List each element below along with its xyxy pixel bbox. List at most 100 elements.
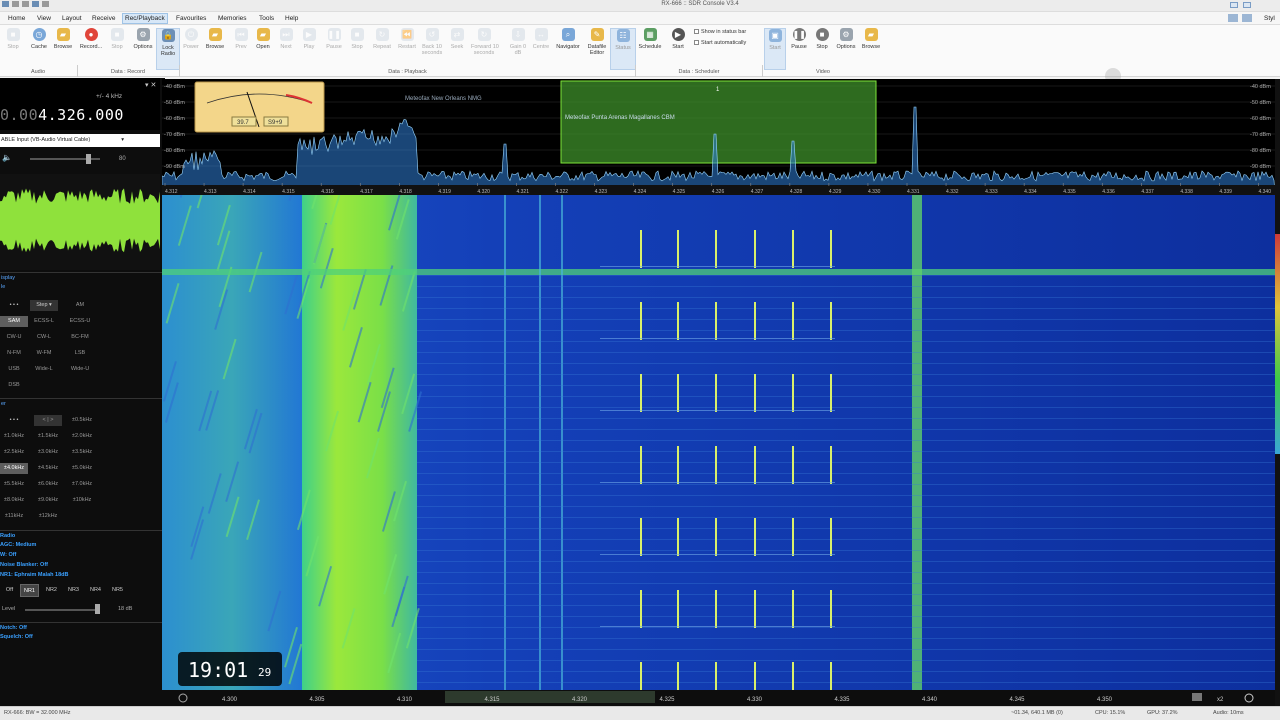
menu-memories[interactable]: Memories <box>216 13 249 24</box>
menu-style[interactable]: Styl <box>1262 13 1277 24</box>
menu-view[interactable]: View <box>35 13 53 24</box>
filter-7-0khz-button[interactable]: ±7.0kHz <box>68 479 96 490</box>
power-button[interactable]: ⏻ Power <box>178 28 204 70</box>
start-automatically-checkbox[interactable]: Start automatically <box>694 40 746 46</box>
nr2-button[interactable]: NR2 <box>42 584 61 597</box>
window-icon[interactable] <box>1228 14 1238 22</box>
filter-2-5khz-button[interactable]: ±2.5kHz <box>0 447 28 458</box>
minimize-icon[interactable] <box>1230 2 1238 8</box>
restart-button[interactable]: ⏪ Restart <box>394 28 420 70</box>
marker-punta-arenas[interactable]: Meteofax Punta Arenas Magallanes CBM <box>565 115 675 121</box>
show-in-status-bar-checkbox[interactable]: Show in status bar <box>694 29 746 35</box>
nr1-button[interactable]: NR1 <box>20 584 39 597</box>
menu-home[interactable]: Home <box>6 13 27 24</box>
video-start-button[interactable]: ▣ Start <box>764 28 786 70</box>
mode-usb-button[interactable]: USB <box>0 364 28 375</box>
filter-dots-button[interactable]: • • • <box>0 415 28 426</box>
restore-icon[interactable] <box>1243 2 1251 8</box>
filter-10khz-button[interactable]: ±10kHz <box>68 495 96 506</box>
menu-tools[interactable]: Tools <box>257 13 276 24</box>
menu-rec-playback[interactable]: Rec/Playback <box>122 13 168 24</box>
repeat-button[interactable]: ↻ Repeat <box>369 28 395 70</box>
noise-blanker-status[interactable]: Noise Blanker: Off <box>0 560 48 570</box>
menu-favourites[interactable]: Favourites <box>174 13 208 24</box>
filter-4-5khz-button[interactable]: ±4.5kHz <box>34 463 62 474</box>
filter-1-5khz-button[interactable]: ±1.5kHz <box>34 431 62 442</box>
notch-status[interactable]: Notch: Off <box>0 622 165 632</box>
radio-section-title[interactable]: Radio <box>0 530 165 540</box>
squelch-status[interactable]: Squelch: Off <box>0 632 33 642</box>
audio-browse-button[interactable]: ▰ Browse <box>50 28 76 70</box>
quick-access-icon[interactable] <box>32 1 39 7</box>
video-stop-button[interactable]: ■ Stop <box>809 28 835 70</box>
scheduler-start-button[interactable]: ▶ Start <box>665 28 691 70</box>
navigator-button[interactable]: ⌕ Navigator <box>555 28 581 70</box>
step-button[interactable]: Step ▾ <box>30 300 58 311</box>
agc-status[interactable]: AGC: Medium <box>0 540 36 550</box>
mode-cw-u-button[interactable]: CW-U <box>0 332 28 343</box>
status-button[interactable]: ☷ Status <box>610 28 636 70</box>
mode-dots-button[interactable]: • • • <box>0 300 28 311</box>
filter-12khz-button[interactable]: ±12kHz <box>34 511 62 522</box>
filter-3-5khz-button[interactable]: ±3.5kHz <box>68 447 96 458</box>
seek-button[interactable]: ⇄ Seek <box>444 28 470 70</box>
play-button[interactable]: ▶ Play <box>296 28 322 70</box>
menu-layout[interactable]: Layout <box>60 13 84 24</box>
lock-radio-button[interactable]: 🔒 Lock Radio <box>156 28 180 70</box>
browse-button[interactable]: ▰ Browse <box>202 28 228 70</box>
volume-slider-thumb[interactable] <box>86 154 91 164</box>
mode-dsb-button[interactable]: DSB <box>0 380 28 391</box>
mode-cw-l-button[interactable]: CW-L <box>30 332 58 343</box>
menu-receive[interactable]: Receive <box>90 13 117 24</box>
marker-new-orleans[interactable]: Meteofax New Orleans NMG <box>405 96 482 102</box>
audio-cache-button[interactable]: ◷ Cache <box>26 28 52 70</box>
waterfall-frequency-scale[interactable]: 4.300 4.305 4.310 4.315 4.320 4.325 4.330 4.335… <box>162 690 1275 706</box>
scale-view-icon[interactable] <box>1192 693 1202 701</box>
forward10-button[interactable]: ↻ Forward 10 seconds <box>471 28 499 70</box>
mode-bc-fm-button[interactable]: BC-FM <box>66 332 94 343</box>
audio-input-select[interactable]: ABLE Input (VB-Audio Virtual Cable) ▾ <box>0 134 160 147</box>
record-options-button[interactable]: ⚙ Options <box>130 28 156 70</box>
speaker-icon[interactable]: 🔈 <box>2 153 12 162</box>
nr-off-button[interactable]: Off <box>0 584 19 597</box>
schedule-button[interactable]: ▦ Schedule <box>637 28 663 70</box>
spectrum-display[interactable]: Meteofax New Orleans NMG Meteofax Punta … <box>162 79 1275 195</box>
quick-access-icon[interactable] <box>12 1 19 7</box>
quick-access-icon[interactable] <box>22 1 29 7</box>
filter-3-0khz-button[interactable]: ±3.0kHz <box>34 447 62 458</box>
scale-zoom-icon[interactable]: x2 <box>1217 697 1224 703</box>
mode-lsb-button[interactable]: LSB <box>66 348 94 359</box>
filter-0-5khz-button[interactable]: ±0.5kHz <box>68 415 96 426</box>
window-icon[interactable] <box>1242 14 1252 22</box>
filter-6-0khz-button[interactable]: ±6.0kHz <box>34 479 62 490</box>
mode-sam-button[interactable]: SAM <box>0 316 28 327</box>
nr5-button[interactable]: NR5 <box>108 584 127 597</box>
filter-5-0khz-button[interactable]: ±5.0kHz <box>68 463 96 474</box>
mode-am-button[interactable]: AM <box>66 300 94 311</box>
filter-5-5khz-button[interactable]: ±5.5kHz <box>0 479 28 490</box>
panel-menu-icon[interactable]: ▾ ✕ <box>145 81 156 89</box>
filter-2-0khz-button[interactable]: ±2.0kHz <box>68 431 96 442</box>
noise-reduction-status[interactable]: NR1: Ephraim Malah 18dB <box>0 570 68 580</box>
filter-9-0khz-button[interactable]: ±9.0kHz <box>34 495 62 506</box>
mode-wide-u-button[interactable]: Wide-U <box>66 364 94 375</box>
nr4-button[interactable]: NR4 <box>86 584 105 597</box>
frequency-display[interactable]: 0.004.326.000 <box>0 106 124 124</box>
filter-shift-button[interactable]: < | > <box>34 415 62 426</box>
stop-button[interactable]: ■ Stop <box>344 28 370 70</box>
record-stop-button[interactable]: ■ Stop <box>104 28 130 70</box>
mode-ecss-l-button[interactable]: ECSS-L <box>30 316 58 327</box>
waterfall-display[interactable] <box>162 195 1275 690</box>
mode-w-fm-button[interactable]: W-FM <box>30 348 58 359</box>
centre-button[interactable]: ↔ Centre <box>528 28 554 70</box>
record-button[interactable]: ● Record... <box>78 28 104 70</box>
nr3-button[interactable]: NR3 <box>64 584 83 597</box>
filter-4-0khz-button[interactable]: ±4.0kHz <box>0 463 28 474</box>
datafile-editor-button[interactable]: ✎ Datafile Editor <box>584 28 610 70</box>
quick-access-icon[interactable] <box>42 1 49 7</box>
mode-wide-l-button[interactable]: Wide-L <box>30 364 58 375</box>
video-options-button[interactable]: ⚙ Options <box>833 28 859 70</box>
level-slider[interactable] <box>25 609 100 611</box>
mode-n-fm-button[interactable]: N-FM <box>0 348 28 359</box>
filter-1-0khz-button[interactable]: ±1.0kHz <box>0 431 28 442</box>
